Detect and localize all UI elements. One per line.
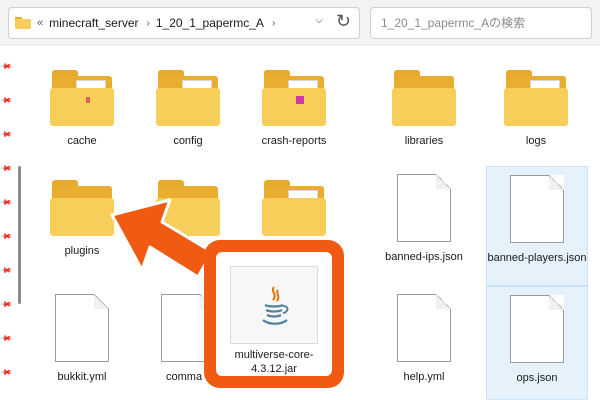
file-multiverse-core-jar[interactable]: multiverse-core-4.3.12.jar bbox=[216, 252, 332, 376]
highlighted-file-callout: multiverse-core-4.3.12.jar bbox=[204, 240, 344, 388]
java-icon bbox=[230, 266, 318, 344]
item-label: multiverse-core-4.3.12.jar bbox=[234, 349, 314, 375]
